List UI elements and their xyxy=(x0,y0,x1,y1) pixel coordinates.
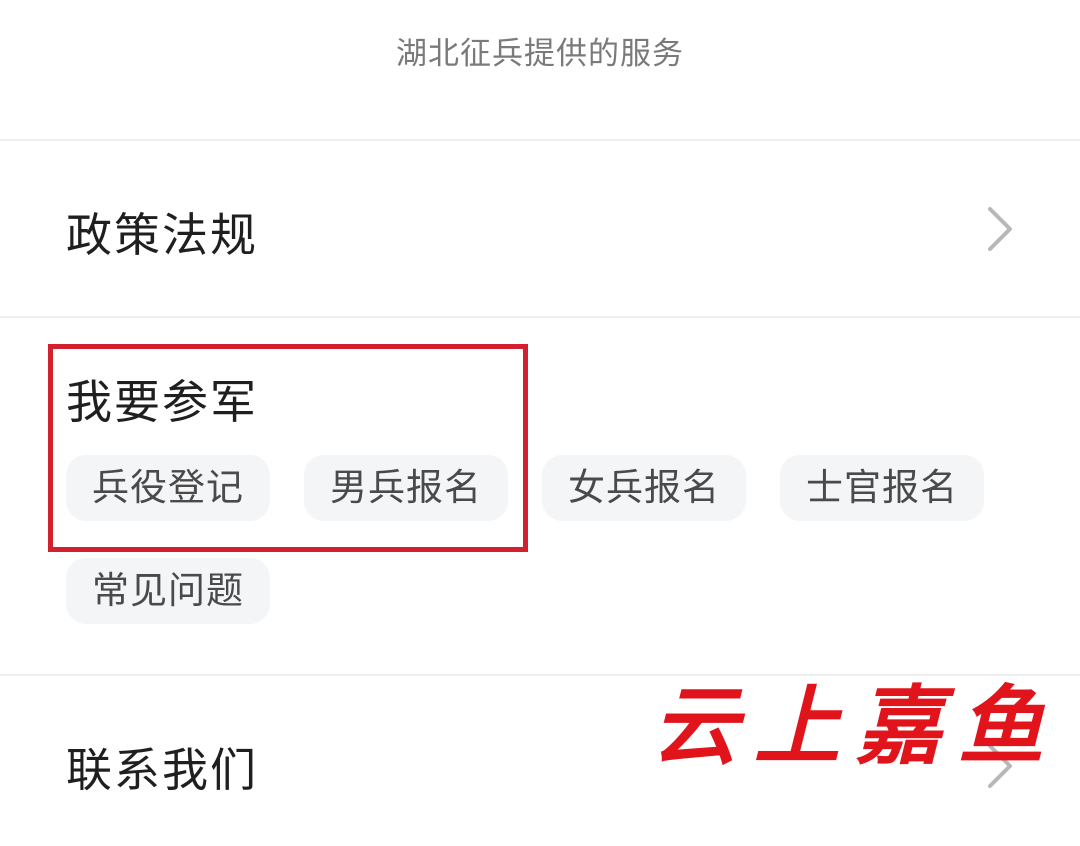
divider xyxy=(0,316,1080,318)
menu-row-contact-label: 联系我们 xyxy=(66,743,258,797)
chevron-right-icon xyxy=(988,207,1012,251)
menu-row-policy[interactable]: 政策法规 xyxy=(0,141,1080,311)
page-subtitle: 湖北征兵提供的服务 xyxy=(396,36,684,72)
watermark-logo: 云上嘉鱼 xyxy=(652,672,1060,782)
section-title-join-army: 我要参军 xyxy=(66,375,258,429)
watermark-text: 云上嘉鱼 xyxy=(652,676,1060,777)
chip-male-enlistment[interactable]: 男兵报名 xyxy=(304,455,508,521)
chip-military-registration[interactable]: 兵役登记 xyxy=(66,455,270,521)
menu-row-policy-label: 政策法规 xyxy=(66,208,258,262)
chip-female-enlistment[interactable]: 女兵报名 xyxy=(542,455,746,521)
chip-faq[interactable]: 常见问题 xyxy=(66,558,270,624)
chip-nco-enlistment[interactable]: 士官报名 xyxy=(780,455,984,521)
